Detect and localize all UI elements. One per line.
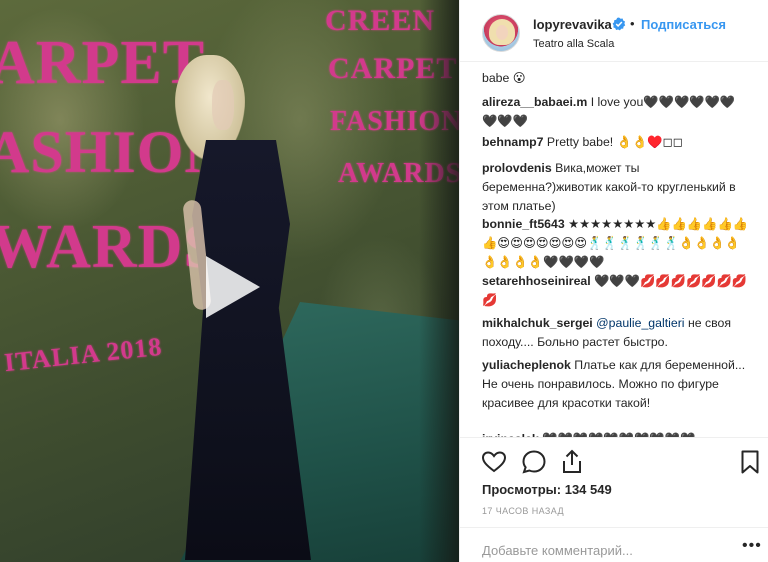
list-item: bonnie_ft5643 ★★★★★★★★👍👍👍👍👍👍👍😍😍😍😍😍😍😍🕺🕺🕺🕺… — [482, 215, 750, 272]
play-icon[interactable] — [190, 248, 268, 326]
list-item: mikhalchuk_sergei @paulie_galtieri не св… — [482, 314, 750, 352]
comment-username[interactable]: alireza__babaei.m — [482, 95, 587, 109]
bookmark-icon[interactable] — [736, 448, 764, 476]
heart-icon[interactable] — [480, 448, 508, 476]
comment-username[interactable]: prolovdenis — [482, 161, 552, 175]
action-bar — [460, 437, 768, 485]
comment-mention[interactable]: @paulie_galtieri — [596, 316, 684, 330]
comment-input[interactable] — [482, 541, 722, 559]
instagram-post: ARPET ASHION WARDS ITALIA 2018 CREEN CAR… — [0, 0, 768, 562]
add-comment-bar: ••• — [460, 527, 768, 562]
post-header: lopyrevavika • Подписаться Teatro alla S… — [460, 0, 768, 62]
list-item: babe 😮 — [482, 69, 750, 88]
comment-username[interactable]: yuliacheplenok — [482, 358, 571, 372]
avatar-face — [496, 25, 508, 40]
comment-username[interactable]: bonnie_ft5643 — [482, 217, 565, 231]
list-item: irvinaslak 🖤🖤🖤🖤🖤🖤🖤🖤🖤🖤 — [482, 430, 750, 437]
comment-username[interactable]: behnamp7 — [482, 135, 544, 149]
post-video[interactable]: ARPET ASHION WARDS ITALIA 2018 CREEN CAR… — [0, 0, 459, 562]
follow-button[interactable]: Подписаться — [641, 17, 726, 32]
comment-icon[interactable] — [520, 448, 548, 476]
verified-badge-icon — [612, 17, 626, 31]
list-item: prolovdenis Вика,может ты беременна?)жив… — [482, 159, 750, 216]
avatar[interactable] — [482, 14, 520, 52]
location-link[interactable]: Teatro alla Scala — [533, 38, 614, 50]
comment-username[interactable]: setarehhoseinireal — [482, 274, 591, 288]
sign-word: ARPET — [0, 29, 206, 97]
video-shadow — [419, 0, 459, 562]
views-label: Просмотры: — [482, 482, 562, 497]
list-item: setarehhoseinireal 🖤🖤🖤💋💋💋💋💋💋💋💋 — [482, 272, 750, 310]
view-count: Просмотры: 134 549 — [482, 482, 612, 497]
more-options-icon[interactable]: ••• — [742, 538, 762, 554]
post-timestamp[interactable]: 17 часов назад — [482, 506, 564, 516]
post-side-panel: lopyrevavika • Подписаться Teatro alla S… — [459, 0, 768, 562]
views-value: 134 549 — [564, 482, 612, 497]
separator-dot: • — [630, 16, 635, 31]
comment-text: babe 😮 — [482, 71, 526, 85]
list-item: behnamp7 Pretty babe! 👌👌♥️◻◻ — [482, 133, 750, 152]
username[interactable]: lopyrevavika — [533, 17, 612, 32]
share-icon[interactable] — [558, 448, 586, 476]
person-face — [212, 80, 234, 130]
comment-username[interactable]: mikhalchuk_sergei — [482, 316, 593, 330]
list-item: yuliacheplenok Платье как для беременной… — [482, 356, 750, 413]
list-item: alireza__babaei.m I love you🖤🖤🖤🖤🖤🖤🖤🖤🖤 — [482, 93, 750, 131]
comment-text: Pretty babe! 👌👌♥️◻◻ — [546, 135, 683, 149]
comments-list[interactable]: babe 😮 alireza__babaei.m I love you🖤🖤🖤🖤🖤… — [460, 63, 768, 437]
